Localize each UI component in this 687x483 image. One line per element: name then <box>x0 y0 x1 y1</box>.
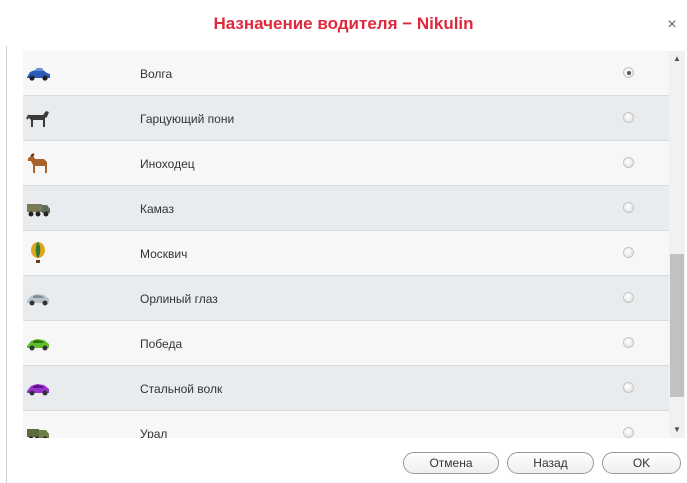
vehicle-row[interactable]: Урал <box>23 411 669 438</box>
green-car-icon <box>25 331 51 355</box>
dialog-left-border <box>6 46 7 483</box>
truck-icon <box>25 196 51 220</box>
vehicle-radio[interactable] <box>623 292 634 303</box>
scroll-up-arrow-icon[interactable]: ▲ <box>669 51 685 67</box>
ok-button[interactable]: OK <box>602 452 681 474</box>
close-icon[interactable]: × <box>665 17 679 33</box>
vehicle-row[interactable]: Орлиный глаз <box>23 276 669 321</box>
scroll-down-arrow-icon[interactable]: ▼ <box>669 422 685 438</box>
balloon-icon <box>25 241 51 265</box>
purple-car-icon <box>25 376 51 400</box>
dialog-title: Назначение водителя − Nikulin <box>213 14 474 33</box>
vehicle-radio[interactable] <box>623 112 634 123</box>
vehicle-row[interactable]: Гарцующий пони <box>23 96 669 141</box>
vehicle-label: Победа <box>140 337 183 351</box>
cancel-button[interactable]: Отмена <box>403 452 499 474</box>
vehicle-label: Орлиный глаз <box>140 292 218 306</box>
blue-car-icon <box>25 61 51 85</box>
scrollbar-thumb[interactable] <box>670 254 684 397</box>
vehicle-radio[interactable] <box>623 247 634 258</box>
vehicle-row[interactable]: Москвич <box>23 231 669 276</box>
horse-icon <box>25 151 51 175</box>
vehicle-list: Волга Гарцующий пони Иноходец Камаз Моск… <box>23 51 669 438</box>
vehicle-row[interactable]: Победа <box>23 321 669 366</box>
vehicle-radio[interactable] <box>623 427 634 438</box>
back-button[interactable]: Назад <box>507 452 594 474</box>
vehicle-radio[interactable] <box>623 382 634 393</box>
vehicle-row[interactable]: Камаз <box>23 186 669 231</box>
vehicle-label: Москвич <box>140 247 188 261</box>
silver-car-icon <box>25 286 51 310</box>
vehicle-row[interactable]: Иноходец <box>23 141 669 186</box>
vehicle-label: Камаз <box>140 202 174 216</box>
dialog-header: Назначение водителя − Nikulin × <box>0 0 687 46</box>
vehicle-label: Гарцующий пони <box>140 112 235 126</box>
vehicle-row[interactable]: Волга <box>23 51 669 96</box>
vehicle-radio[interactable] <box>623 337 634 348</box>
vehicle-radio[interactable] <box>623 67 634 78</box>
vehicle-radio[interactable] <box>623 202 634 213</box>
vertical-scrollbar[interactable]: ▲ ▼ <box>669 51 685 438</box>
vehicle-label: Урал <box>140 427 168 438</box>
assign-driver-dialog: Назначение водителя − Nikulin × Волга Га… <box>0 0 687 483</box>
vehicle-row[interactable]: Стальной волк <box>23 366 669 411</box>
vehicle-radio[interactable] <box>623 157 634 168</box>
vehicle-label: Стальной волк <box>140 382 223 396</box>
vehicle-label: Волга <box>140 67 173 81</box>
vehicle-label: Иноходец <box>140 157 195 171</box>
pony-icon <box>25 106 51 130</box>
military-truck-icon <box>25 421 51 438</box>
